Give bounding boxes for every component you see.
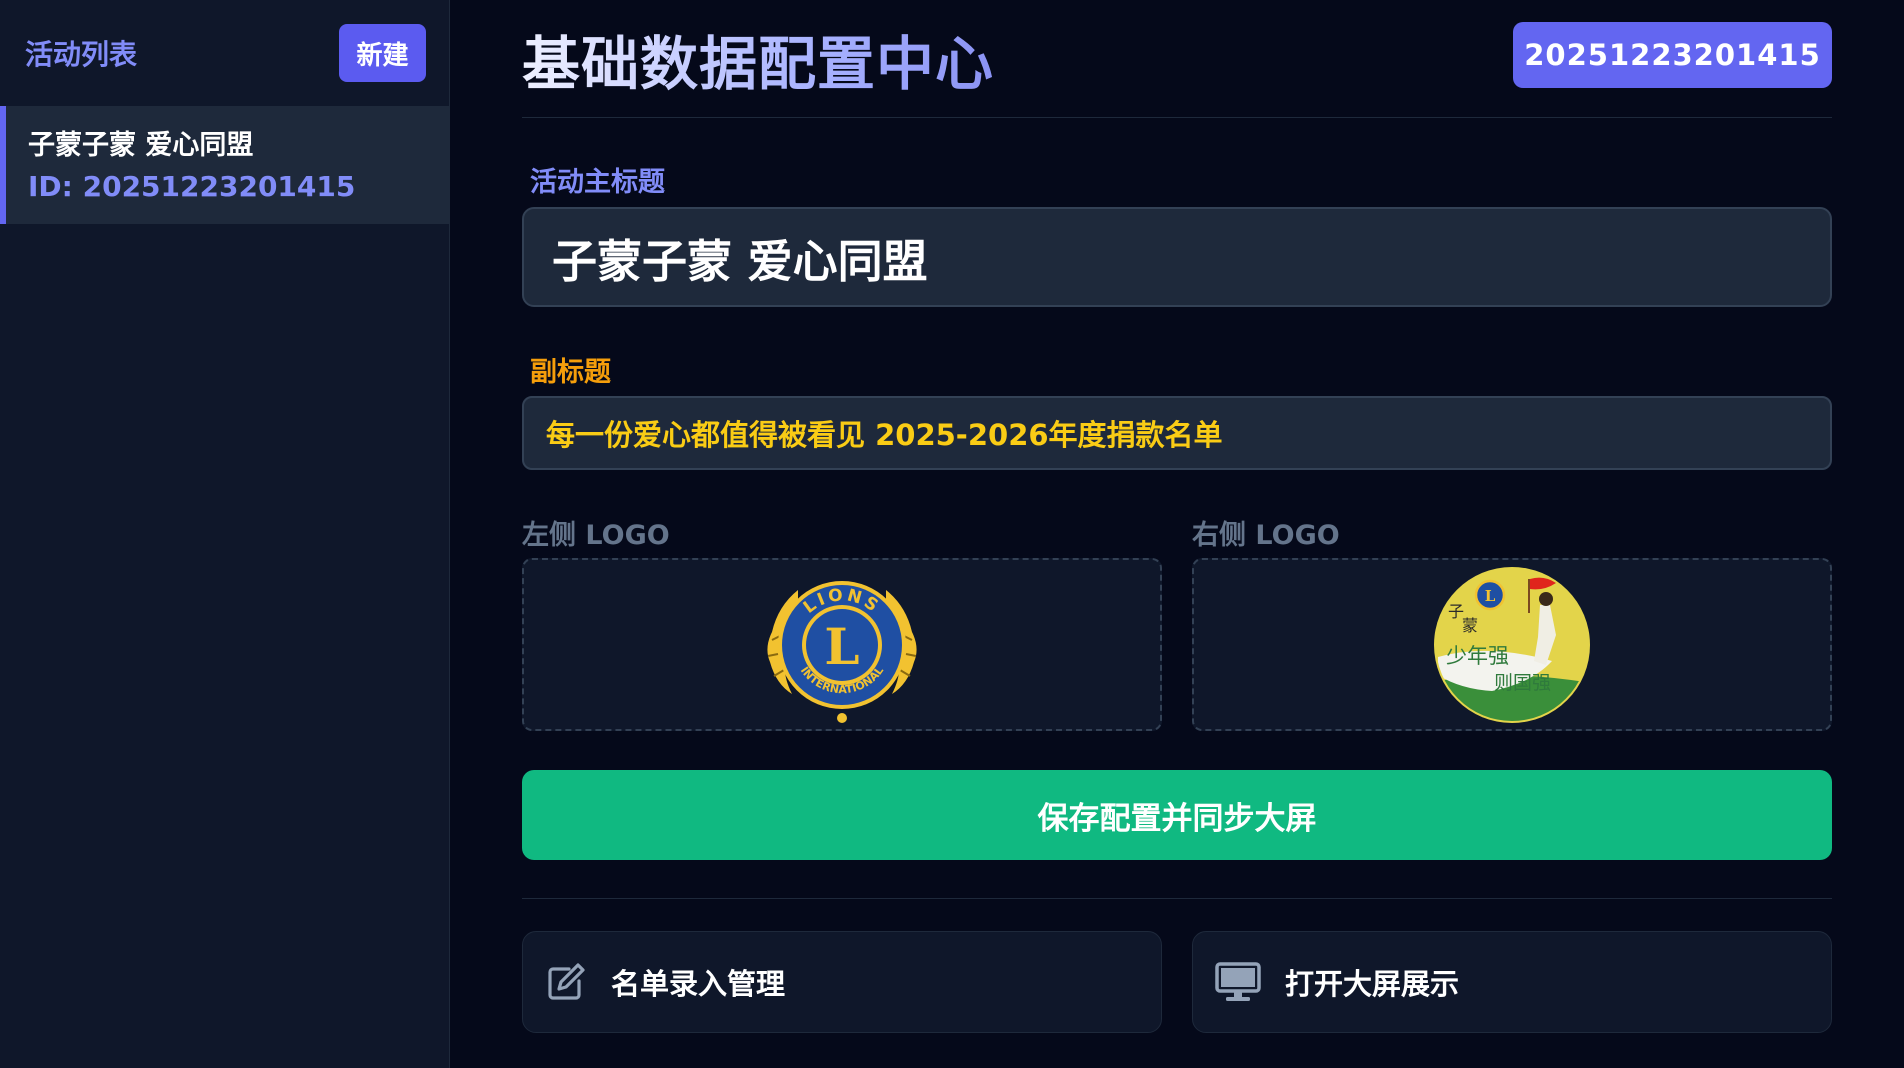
roster-entry-label: 名单录入管理 [611,967,786,1001]
svg-text:L: L [1485,587,1496,605]
main-panel: 基础数据配置中心 20251223201415 活动主标题 子蒙子蒙 爱心同盟 … [522,0,1832,1033]
sidebar-title: 活动列表 [25,38,138,71]
main-title-input[interactable]: 子蒙子蒙 爱心同盟 [522,207,1832,307]
page-title: 基础数据配置中心 [522,17,994,101]
activity-list-item[interactable]: 子蒙子蒙 爱心同盟 ID: 20251223201415 [0,106,449,224]
page-header: 基础数据配置中心 20251223201415 [522,0,1832,118]
roster-entry-card[interactable]: 名单录入管理 [522,931,1162,1033]
youth-strong-logo: L 子 蒙 少年强 则国强 [1434,566,1590,723]
activity-name: 子蒙子蒙 爱心同盟 [28,130,254,161]
logo-text-meng: 蒙 [1462,616,1478,635]
open-screen-card[interactable]: 打开大屏展示 [1192,931,1832,1033]
left-logo-upload[interactable]: L LIONS INTERNATIONAL [522,558,1162,731]
new-activity-button[interactable]: 新建 [339,24,426,82]
right-logo-upload[interactable]: L 子 蒙 少年强 则国强 [1192,558,1832,731]
open-screen-label: 打开大屏展示 [1285,967,1460,1001]
lions-logo-letter: L [824,617,859,676]
monitor-icon [1215,961,1261,1003]
logo-text-youth-strong: 少年强 [1446,644,1509,668]
lions-logo: L LIONS INTERNATIONAL [767,580,917,723]
divider [522,898,1832,899]
edit-icon [545,961,587,1003]
main-title-label: 活动主标题 [530,167,665,198]
sidebar: 活动列表 新建 子蒙子蒙 爱心同盟 ID: 20251223201415 [0,0,450,1068]
logo-text-nation-strong: 则国强 [1494,672,1551,694]
right-logo-label: 右侧 LOGO [1192,520,1340,551]
subtitle-input[interactable]: 每一份爱心都值得被看见 2025-2026年度捐款名单 [522,396,1832,470]
activity-id-badge: 20251223201415 [1513,21,1832,88]
subtitle-label: 副标题 [530,357,611,388]
left-logo-label: 左侧 LOGO [522,520,670,551]
sidebar-header: 活动列表 新建 [0,0,449,106]
save-sync-button[interactable]: 保存配置并同步大屏 [522,770,1832,860]
activity-id: ID: 20251223201415 [28,170,356,203]
